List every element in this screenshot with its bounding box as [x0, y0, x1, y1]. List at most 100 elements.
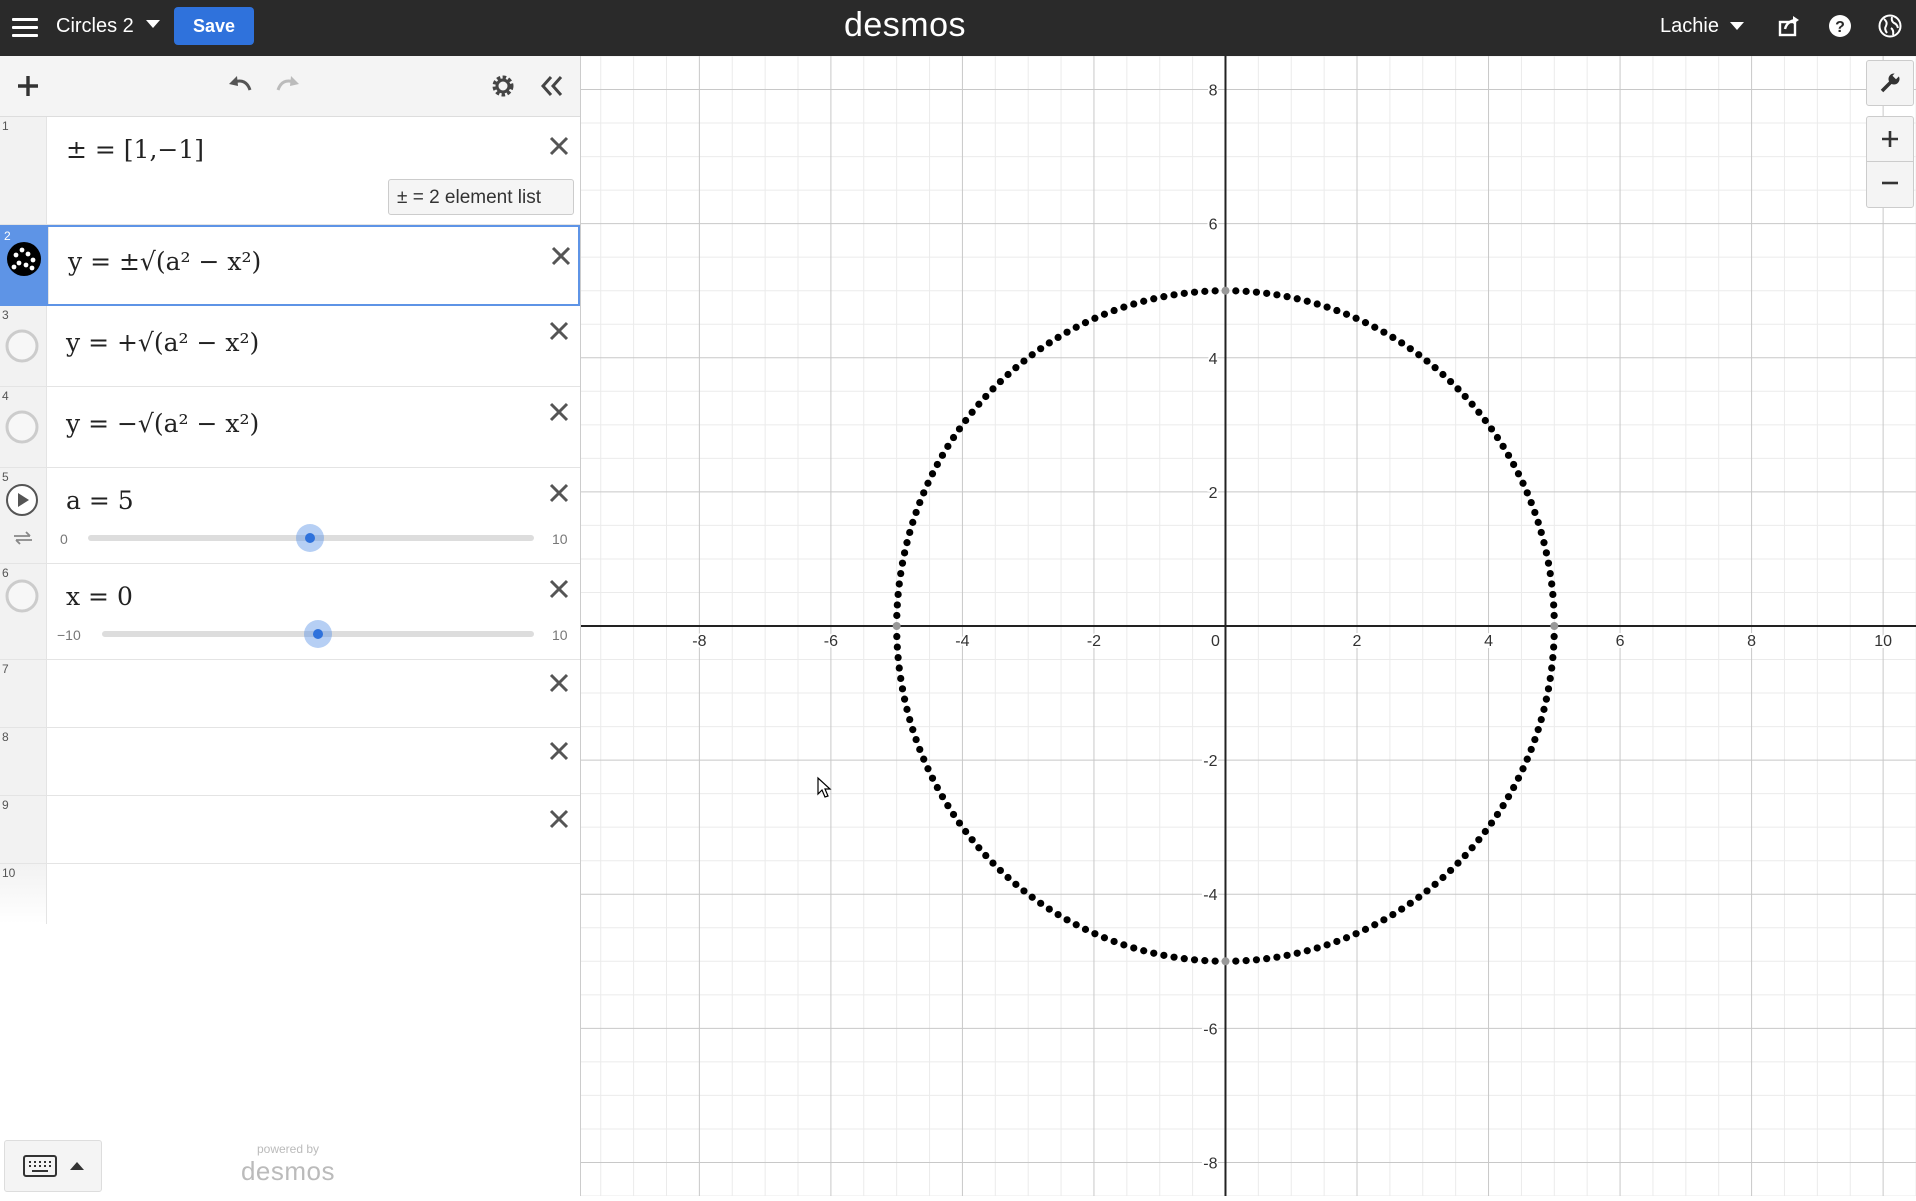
expression-math[interactable]: y = ±√(a² − x²): [68, 247, 261, 276]
plot-point: [1201, 957, 1209, 965]
slider-max[interactable]: 10: [552, 531, 568, 547]
point-style-icon[interactable]: [6, 241, 42, 277]
plot-point: [1475, 408, 1483, 416]
plot-point: [989, 385, 997, 393]
plot-point: [1523, 755, 1531, 763]
play-icon[interactable]: [4, 482, 40, 518]
delete-expression-icon[interactable]: [548, 482, 570, 504]
plot-point: [893, 643, 901, 651]
keypad-toggle-button[interactable]: [4, 1140, 102, 1192]
plot-point: [1130, 300, 1138, 308]
delete-expression-icon[interactable]: [548, 135, 570, 157]
plot-point: [982, 851, 990, 860]
expression-row-new[interactable]: 10: [0, 864, 580, 924]
expression-row-slider[interactable]: 5 a = 5 0 10: [0, 468, 580, 564]
plot-point: [1499, 802, 1507, 810]
redo-icon[interactable]: [274, 72, 302, 100]
expression-math[interactable]: y = +√(a² − x²): [66, 328, 259, 357]
plot-point: [1439, 370, 1447, 379]
plot-point: [1190, 288, 1199, 296]
plot-point: [909, 726, 917, 734]
loop-icon[interactable]: [12, 530, 34, 546]
hidden-toggle-icon[interactable]: [4, 409, 40, 445]
graph-settings-button[interactable]: [1866, 60, 1914, 106]
delete-expression-icon[interactable]: [548, 401, 570, 423]
delete-expression-icon[interactable]: [550, 245, 572, 267]
plot-point: [916, 498, 924, 507]
expression-math[interactable]: x = 0: [66, 582, 133, 611]
delete-expression-icon[interactable]: [548, 808, 570, 830]
y-tick-label: -8: [1203, 1155, 1217, 1172]
slider-max[interactable]: 10: [552, 627, 568, 643]
add-item-icon[interactable]: [14, 72, 42, 100]
plot-point: [955, 819, 964, 827]
plot-point: [1550, 611, 1558, 620]
expression-row-empty[interactable]: 8: [0, 728, 580, 796]
row-gutter: 4: [0, 387, 47, 467]
expression-row-empty[interactable]: 9: [0, 796, 580, 864]
caret-up-icon: [70, 1162, 84, 1170]
expression-row[interactable]: 4 y = −√(a² − x²): [0, 387, 580, 468]
row-number: 10: [2, 866, 16, 880]
plot-point: [1028, 893, 1036, 901]
expression-row-selected[interactable]: 2 y = ±√(a² − x²): [0, 225, 580, 306]
plot-point: [1012, 880, 1020, 888]
expression-row[interactable]: 3 y = +√(a² − x²): [0, 306, 580, 387]
delete-expression-icon[interactable]: [548, 740, 570, 762]
plot-point: [894, 653, 902, 662]
zoom-out-icon[interactable]: [1880, 173, 1900, 193]
delete-expression-icon[interactable]: [548, 578, 570, 600]
user-dropdown-icon[interactable]: [1730, 22, 1744, 30]
user-menu[interactable]: Lachie: [1660, 15, 1719, 38]
plot-point: [968, 408, 976, 416]
plot-point: [893, 601, 901, 609]
x-tick-label: -6: [824, 633, 838, 650]
collapse-panel-icon[interactable]: [538, 72, 566, 100]
plot-point: [1546, 674, 1554, 683]
plot-point: [949, 810, 958, 819]
graph-canvas[interactable]: -8 -6 -4 -2 0 2 4 6 8 10 -8 -6 -4 -2 2 4 6 8: [581, 55, 1916, 1197]
plot-point: [1454, 385, 1462, 393]
graph-paper[interactable]: -8 -6 -4 -2 0 2 4 6 8 10 -8 -6 -4 -2 2 4 6 8: [581, 55, 1916, 1197]
plot-point: [1313, 944, 1321, 952]
hidden-toggle-icon[interactable]: [4, 328, 40, 364]
expression-row-empty[interactable]: 7: [0, 660, 580, 728]
plot-point: [1150, 949, 1158, 957]
expression-row[interactable]: 1 ± = [1,−1] ± = 2 element list: [0, 117, 580, 225]
plot-point: [1180, 955, 1188, 963]
plot-point: [1333, 937, 1341, 946]
delete-expression-icon[interactable]: [548, 672, 570, 694]
plot-point: [1211, 287, 1219, 295]
expression-math[interactable]: a = 5: [66, 486, 134, 515]
plot-point: [1004, 370, 1012, 379]
plot-point: [1519, 765, 1527, 773]
zoom-in-icon[interactable]: [1880, 129, 1900, 149]
plot-point: [924, 765, 932, 773]
share-icon[interactable]: [1778, 14, 1802, 38]
help-icon[interactable]: ?: [1828, 14, 1852, 38]
plot-point: [1514, 470, 1523, 478]
plot-point: [1531, 508, 1539, 517]
hidden-toggle-icon[interactable]: [4, 578, 40, 614]
language-globe-icon[interactable]: [1878, 14, 1902, 38]
expression-math[interactable]: y = −√(a² − x²): [66, 409, 259, 438]
powered-by-desmos[interactable]: powered by desmos: [238, 1142, 338, 1187]
plot-point: [916, 745, 924, 754]
slider-min[interactable]: −10: [57, 627, 81, 643]
plot-point: [1546, 569, 1554, 578]
settings-gear-icon[interactable]: [489, 72, 517, 100]
slider-min[interactable]: 0: [60, 531, 68, 547]
expression-row-slider[interactable]: 6 x = 0 −10 10: [0, 564, 580, 660]
expression-math[interactable]: ± = [1,−1]: [66, 135, 204, 164]
plot-point: [1342, 934, 1351, 942]
plot-point: [924, 479, 932, 487]
plot-point: [906, 528, 914, 537]
plot-point: [982, 392, 990, 401]
plot-point: [1263, 289, 1271, 297]
plot-point: [1323, 941, 1331, 949]
undo-icon[interactable]: [226, 72, 254, 100]
plot-point: [903, 705, 911, 713]
delete-expression-icon[interactable]: [548, 320, 570, 342]
plot-point: [1481, 827, 1489, 836]
intercept-point: [1550, 622, 1559, 630]
